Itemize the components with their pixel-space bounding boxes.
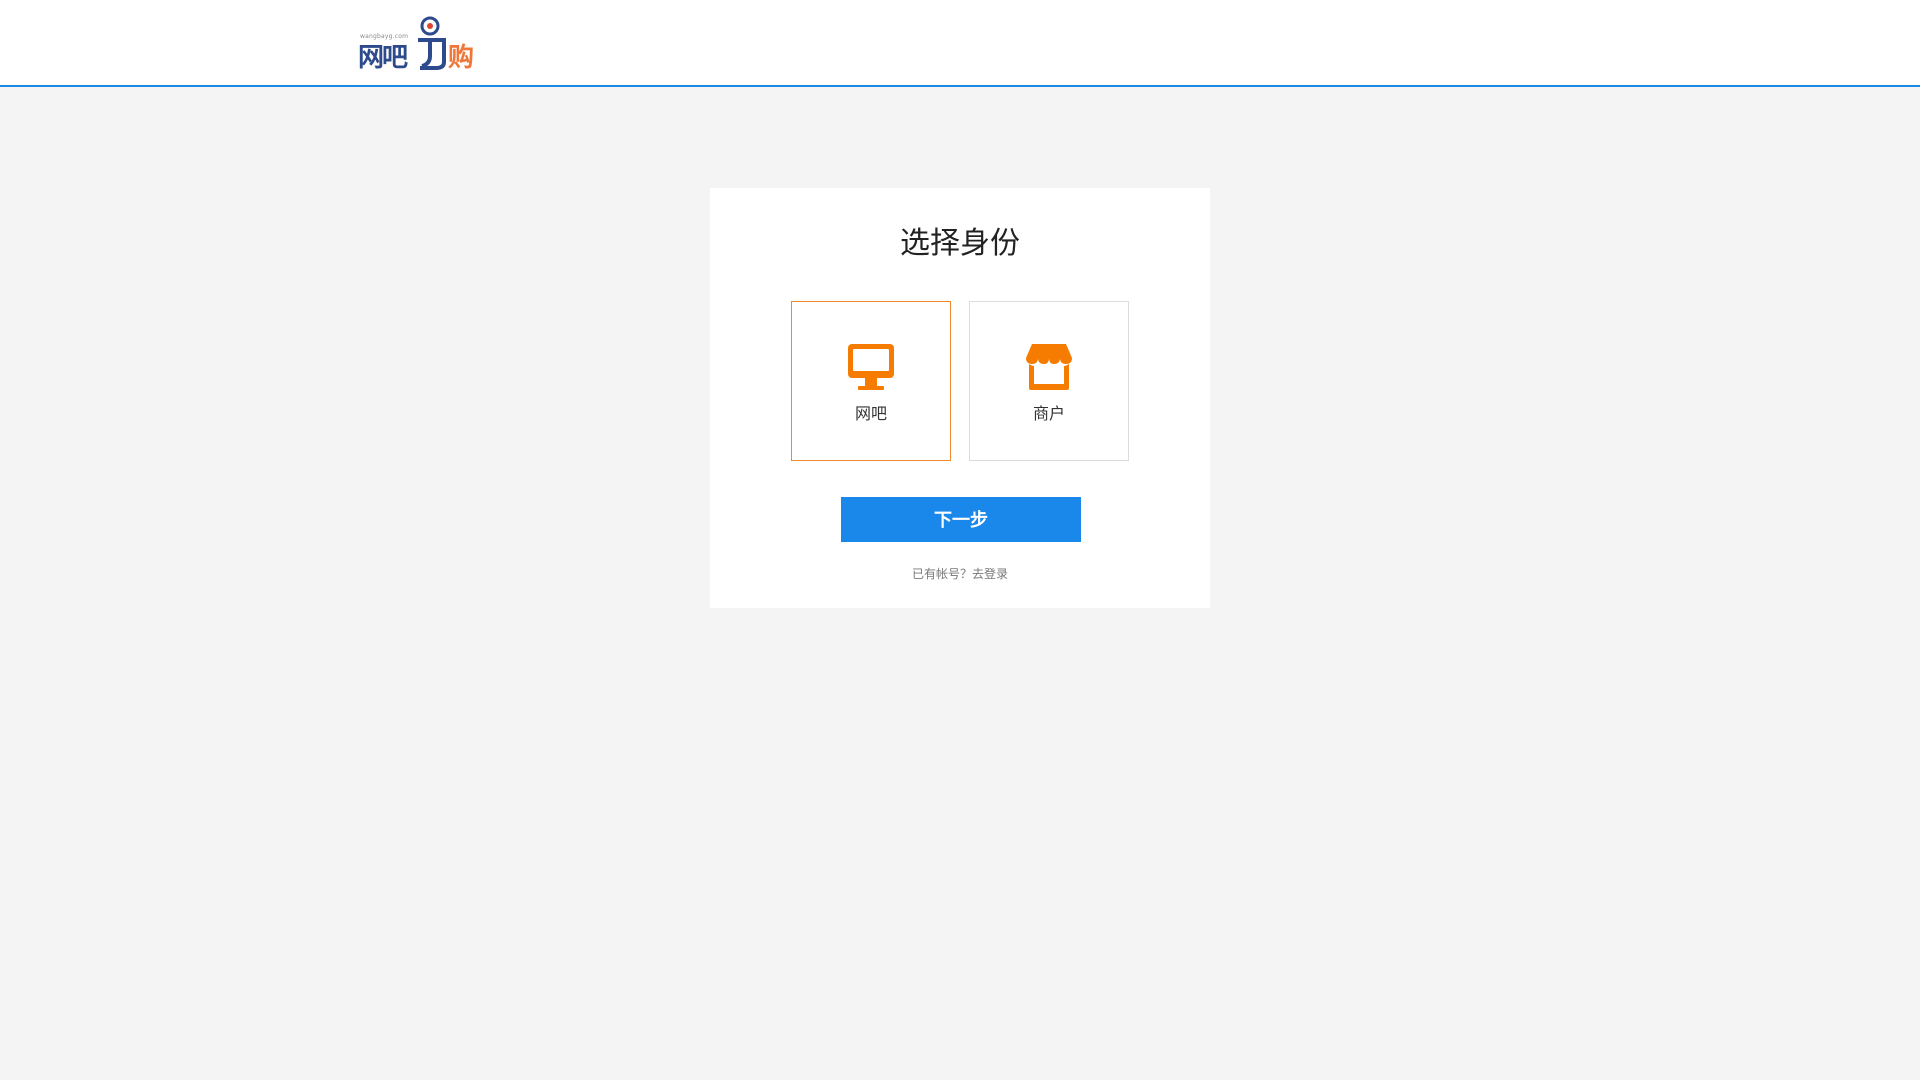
top-header: wangbayg.com 网吧 购 (0, 0, 1920, 87)
identity-card: 选择身份 网吧 商户 下一步 已有帐号？去登录 (710, 188, 1210, 608)
site-logo[interactable]: wangbayg.com 网吧 购 (358, 16, 478, 73)
option-netbar-label: 网吧 (854, 404, 887, 423)
login-link[interactable]: 去登录 (972, 567, 1008, 581)
login-prompt-text: 已有帐号？ (911, 567, 972, 581)
option-merchant[interactable]: 商户 (969, 301, 1129, 461)
monitor-icon (848, 344, 894, 390)
option-merchant-label: 商户 (1032, 404, 1065, 423)
option-netbar[interactable]: 网吧 (791, 301, 951, 461)
logo-name-part2: 购 (448, 43, 475, 73)
logo-name-part1: 网吧 (358, 43, 408, 73)
logo-emblem-icon (418, 16, 446, 70)
shop-icon (1026, 344, 1072, 390)
login-prompt: 已有帐号？去登录 (710, 565, 1210, 582)
page-title: 选择身份 (900, 226, 1020, 261)
next-step-button[interactable]: 下一步 (841, 497, 1081, 542)
